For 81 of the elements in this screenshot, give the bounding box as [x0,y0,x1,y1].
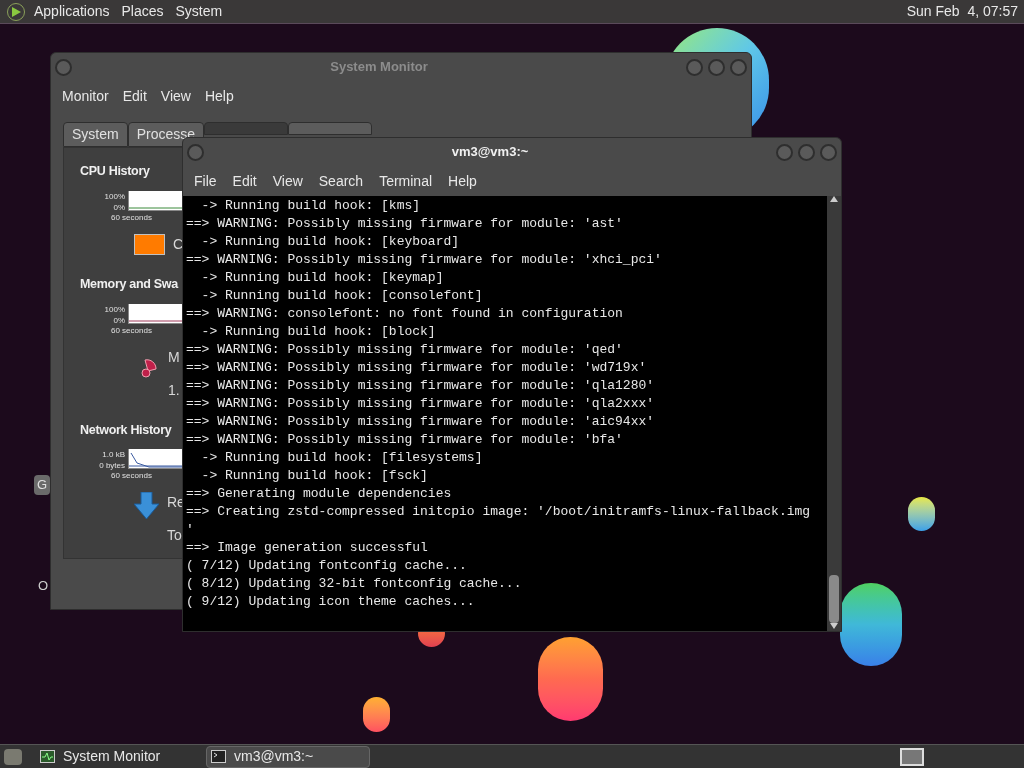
button-fragment: G [34,475,50,495]
terminal-line: ==> WARNING: Possibly missing firmware for module: 'qla1280' [186,377,656,395]
terminal-line: ( 8/12) Updating 32-bit fontconfig cache... [186,575,523,593]
axis-label: 100% [104,303,125,315]
panel-menu[interactable]: System [175,1,223,22]
terminal-line: ' [186,521,195,539]
pie-chart-icon [138,356,160,379]
section-heading: Network History [80,421,172,439]
menu-item[interactable]: Edit [226,170,263,192]
menu-item[interactable]: View [266,170,309,192]
window-title: vm3@vm3:~ [450,143,530,162]
window-menu-icon[interactable] [187,143,204,161]
legend-text: M [168,347,180,367]
bubble-shape [363,697,390,732]
axis-label: 0% [113,201,125,213]
terminal-line: ==> WARNING: Possibly missing firmware for module: 'bfa' [186,431,624,449]
window-control-icon[interactable] [686,58,703,76]
axis-label: 100% [104,190,125,202]
scrollbar-thumb[interactable] [829,575,839,623]
taskbar-button[interactable]: vm3@vm3:~ [206,745,370,768]
menu-item[interactable]: View [154,85,197,107]
color-swatch[interactable] [134,233,165,255]
terminal-line: ==> WARNING: Possibly missing firmware for module: 'xhci_pci' [186,251,663,269]
clock: Sun Feb 4, 07:57 [906,2,1018,21]
menu-item[interactable]: Help [198,85,240,107]
axis-label: 1.0 kB [102,449,125,461]
tab[interactable]: System [63,122,128,147]
window-control-icon[interactable] [798,143,815,161]
menu-item[interactable]: Edit [116,85,153,107]
window-control-icon[interactable] [708,58,725,76]
terminal-line: ( 7/12) Updating fontconfig cache... [186,557,468,575]
terminal-line: ==> WARNING: Possibly missing firmware for module: 'aic94xx' [186,413,656,431]
terminal-app-icon [211,750,226,763]
axis-label: 0 bytes [99,460,125,472]
tab[interactable] [204,122,289,135]
axis-label: 60 seconds [111,212,152,222]
terminal-line: -> Running build hook: [consolefont] [200,287,484,305]
window-title: System Monitor [329,58,429,77]
terminal-line: ==> WARNING: Possibly missing firmware for module: 'wd719x' [186,359,648,377]
window-control-icon[interactable] [776,143,793,161]
legend-text: To [167,526,183,546]
terminal-line: ==> Generating module dependencies [186,485,453,503]
legend-text: 1. [168,380,180,400]
terminal-line: ==> WARNING: Possibly missing firmware for module: 'qla2xxx' [186,395,656,413]
menu-item[interactable]: File [188,170,223,192]
axis-label: 0% [113,314,125,326]
window-menu-icon[interactable] [55,58,72,76]
menu-item[interactable]: Search [312,170,370,192]
panel-menu[interactable]: Applications [34,1,110,22]
text-fragment: O [38,577,49,595]
terminal-line: -> Running build hook: [keymap] [200,269,445,287]
down-arrow-icon [134,492,159,520]
menu-item[interactable]: Monitor [56,85,115,107]
terminal-line: ==> WARNING: consolefont: no font found in configuration [186,305,624,323]
window-control-icon[interactable] [820,143,837,161]
legend-text: C [173,234,184,254]
taskbar-button[interactable]: System Monitor [36,745,200,768]
panel-menu[interactable]: Places [121,1,164,22]
terminal-line: ==> WARNING: Possibly missing firmware for module: 'ast' [186,215,624,233]
workspace-switcher-icon[interactable] [900,747,924,766]
section-heading: CPU History [80,163,150,180]
bubble-shape [908,497,935,531]
terminal-line: -> Running build hook: [fsck] [200,467,429,485]
monitor-app-icon [40,750,55,763]
axis-label: 60 seconds [111,325,152,335]
tab[interactable] [288,122,373,135]
terminal-line: ( 9/12) Updating icon theme caches... [186,593,476,611]
show-desktop-icon[interactable] [4,748,22,765]
terminal-line: -> Running build hook: [block] [200,323,437,341]
terminal-line: ==> WARNING: Possibly missing firmware for module: 'qed' [186,341,624,359]
terminal-line: ==> Image generation successful [186,539,429,557]
menu-item[interactable]: Help [442,170,483,192]
scroll-up-icon[interactable] [830,196,838,202]
menu-item[interactable]: Terminal [373,170,439,192]
terminal-line: ==> Creating zstd-compressed initcpio image: '/boot/initramfs-linux-fallback.img [186,503,812,521]
terminal-line: -> Running build hook: [keyboard] [200,233,461,251]
section-heading: Memory and Swa [80,275,178,293]
terminal-line: -> Running build hook: [kms] [200,197,422,215]
axis-label: 60 seconds [111,471,152,481]
terminal-line: -> Running build hook: [filesystems] [200,449,484,467]
window-control-icon[interactable] [730,58,747,76]
